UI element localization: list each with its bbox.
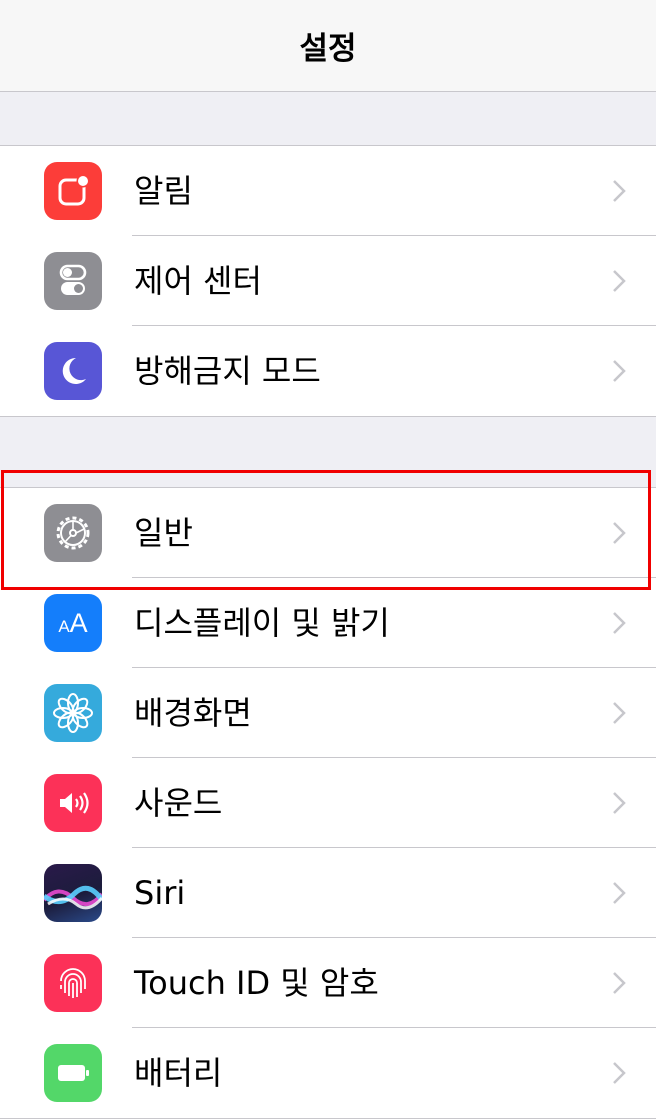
settings-row-label: 제어 센터 — [134, 262, 262, 300]
siri-icon — [44, 864, 102, 922]
chevron-right-icon — [612, 578, 626, 668]
chevron-right-icon — [612, 938, 626, 1028]
settings-row-label: 알림 — [134, 172, 193, 210]
settings-group-2: 일반 AA 디스플레이 및 밝기 배경화면 사운드 Siri Touch ID … — [0, 487, 656, 1119]
settings-row-display-brightness[interactable]: AA 디스플레이 및 밝기 — [0, 578, 656, 668]
speaker-icon — [44, 774, 102, 832]
settings-row-control-center[interactable]: 제어 센터 — [0, 236, 656, 326]
moon-icon — [44, 342, 102, 400]
settings-row-label: 배경화면 — [134, 694, 252, 732]
control-center-icon — [44, 252, 102, 310]
settings-row-label: 디스플레이 및 밝기 — [134, 604, 390, 642]
settings-row-label: 방해금지 모드 — [134, 352, 321, 390]
chevron-right-icon — [612, 326, 626, 416]
settings-row-wallpaper[interactable]: 배경화면 — [0, 668, 656, 758]
battery-icon — [44, 1044, 102, 1102]
chevron-right-icon — [612, 236, 626, 326]
gear-icon — [44, 504, 102, 562]
chevron-right-icon — [612, 848, 626, 938]
settings-row-label: Touch ID 및 암호 — [134, 964, 379, 1002]
chevron-right-icon — [612, 668, 626, 758]
settings-row-do-not-disturb[interactable]: 방해금지 모드 — [0, 326, 656, 416]
settings-row-battery[interactable]: 배터리 — [0, 1028, 656, 1118]
settings-row-label: 일반 — [134, 514, 193, 552]
chevron-right-icon — [612, 1028, 626, 1118]
chevron-right-icon — [612, 146, 626, 236]
settings-row-siri[interactable]: Siri — [0, 848, 656, 938]
settings-row-label: 사운드 — [134, 784, 223, 822]
settings-row-sounds[interactable]: 사운드 — [0, 758, 656, 848]
settings-row-notifications[interactable]: 알림 — [0, 146, 656, 236]
chevron-right-icon — [612, 758, 626, 848]
wallpaper-flower-icon — [44, 684, 102, 742]
settings-row-label: 배터리 — [134, 1054, 223, 1092]
chevron-right-icon — [612, 488, 626, 578]
page-title: 설정 — [299, 31, 357, 67]
notifications-icon — [44, 162, 102, 220]
fingerprint-icon — [44, 954, 102, 1012]
display-aa-icon: AA — [44, 594, 102, 652]
settings-row-touch-id[interactable]: Touch ID 및 암호 — [0, 938, 656, 1028]
settings-group-1: 알림 제어 센터 방해금지 모드 — [0, 145, 656, 417]
settings-row-label: Siri — [134, 874, 186, 912]
settings-row-general[interactable]: 일반 — [0, 488, 656, 578]
navigation-bar: 설정 — [0, 0, 656, 92]
